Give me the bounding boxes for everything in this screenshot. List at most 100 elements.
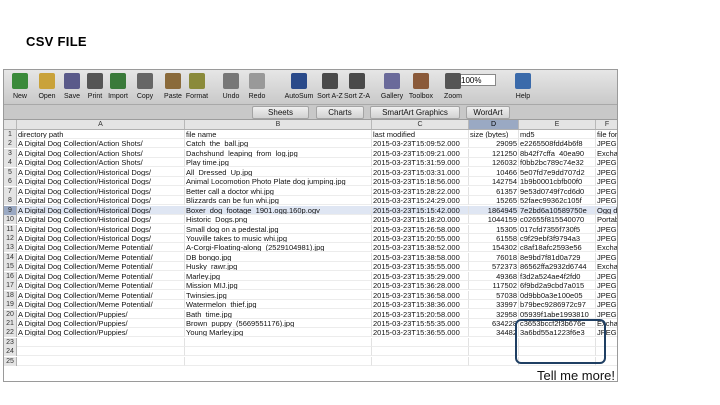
- toolbar-button-autosum[interactable]: AutoSum: [285, 72, 313, 103]
- cell-a18[interactable]: A Digital Dog Collection/Meme Potential/: [17, 290, 185, 300]
- cell-e5[interactable]: 5e07fd7e9dd707d2: [519, 167, 596, 177]
- cell-c23[interactable]: [372, 337, 469, 347]
- cell-d16[interactable]: 49368: [469, 271, 519, 281]
- cell-f14[interactable]: JPEG File Interchange Format: [596, 253, 617, 262]
- cell-a6[interactable]: A Digital Dog Collection/Historical Dogs…: [17, 177, 185, 187]
- cell-b8[interactable]: Blizzards can be fun whi.jpg: [185, 196, 372, 206]
- cell-e8[interactable]: 52faec99362c105f: [519, 196, 596, 206]
- row-number[interactable]: 10: [4, 215, 17, 225]
- cell-b21[interactable]: Brown_puppy_(5669551176).jpg: [185, 319, 372, 328]
- row-number[interactable]: 22: [4, 328, 17, 338]
- row-number[interactable]: 20: [4, 309, 17, 319]
- cell-c12[interactable]: 2015-03-23T15:20:55.000: [372, 233, 469, 243]
- cell-a22[interactable]: A Digital Dog Collection/Puppies/: [17, 328, 185, 338]
- table-row[interactable]: 19 A Digital Dog Collection/Meme Potentia…: [4, 300, 617, 310]
- ribbon-tab-charts[interactable]: Charts: [316, 106, 364, 119]
- toolbar-button-zoom[interactable]: Zoom: [440, 72, 466, 103]
- column-header-c[interactable]: C: [372, 120, 469, 129]
- cell-f17[interactable]: JPEG File Interchange Format: [596, 281, 617, 291]
- table-row[interactable]: 17 A Digital Dog Collection/Meme Potentia…: [4, 281, 617, 291]
- cell-d3[interactable]: 121250: [469, 148, 519, 158]
- cell-d14[interactable]: 76018: [469, 252, 519, 262]
- cell-d22[interactable]: 34482: [469, 328, 519, 338]
- cell-b22[interactable]: Young Marley.jpg: [185, 328, 372, 338]
- cell-c6[interactable]: 2015-03-23T15:18:56.000: [372, 177, 469, 187]
- cell-b6[interactable]: Animal Locomotion Photo Plate dog jumpin…: [185, 177, 372, 187]
- column-header-b[interactable]: B: [185, 120, 372, 129]
- cell-d17[interactable]: 117502: [469, 281, 519, 291]
- cell-a7[interactable]: A Digital Dog Collection/Historical Dogs…: [17, 186, 185, 196]
- cell-c24[interactable]: [372, 347, 469, 357]
- cell-d18[interactable]: 57038: [469, 290, 519, 300]
- row-number[interactable]: 3: [4, 148, 17, 158]
- cell-f20[interactable]: JPEG File Interchange Format: [596, 310, 617, 319]
- cell-e9[interactable]: 7e2bd6a10589750e: [519, 205, 596, 215]
- cell-f1[interactable]: file format: [596, 130, 617, 139]
- table-row[interactable]: 12 A Digital Dog Collection/Historical Do…: [4, 233, 617, 243]
- row-number[interactable]: 16: [4, 271, 17, 281]
- row-number[interactable]: 11: [4, 224, 17, 234]
- table-row[interactable]: 5A Digital Dog Collection/Historical Dog…: [4, 167, 617, 177]
- cell-e13[interactable]: c8af18afc2593e56: [519, 243, 596, 253]
- cell-b15[interactable]: Husky_rawr.jpg: [185, 262, 372, 272]
- cell-c21[interactable]: 2015-03-23T15:55:35.000: [372, 319, 469, 328]
- cell-a11[interactable]: A Digital Dog Collection/Historical Dogs…: [17, 224, 185, 234]
- row-number[interactable]: 7: [4, 186, 17, 196]
- cell-c16[interactable]: 2015-03-23T15:35:29.000: [372, 271, 469, 281]
- cell-c20[interactable]: 2015-03-23T15:20:58.000: [372, 309, 469, 319]
- table-row[interactable]: 10 A Digital Dog Collection/Historical Do…: [4, 215, 617, 225]
- table-row[interactable]: 3A Digital Dog Collection/Action Shots/D…: [4, 148, 617, 158]
- cell-b24[interactable]: [185, 347, 372, 357]
- toolbar-button-import[interactable]: Import: [105, 72, 131, 103]
- cell-f19[interactable]: JPEG File Interchange Format: [596, 300, 617, 310]
- row-number[interactable]: 25: [4, 356, 17, 366]
- cell-e10[interactable]: c02655f815540070: [519, 215, 596, 225]
- cell-c19[interactable]: 2015-03-23T15:38:36.000: [372, 300, 469, 310]
- cell-d9[interactable]: 1864945: [469, 205, 519, 215]
- cell-d2[interactable]: 29095: [469, 139, 519, 149]
- row-number[interactable]: 23: [4, 337, 17, 347]
- cell-d24[interactable]: [469, 347, 519, 357]
- cell-b13[interactable]: A-Corgi-Floating-along_(2529104981).jpg: [185, 243, 372, 253]
- cell-a1[interactable]: directory path: [17, 130, 185, 139]
- cell-e19[interactable]: b79bec9286972c97: [519, 300, 596, 310]
- toolbar-button-undo[interactable]: Undo: [218, 72, 244, 103]
- cell-b18[interactable]: Twinsies.jpg: [185, 290, 372, 300]
- column-header-e[interactable]: E: [519, 120, 596, 129]
- table-row[interactable]: 9A Digital Dog Collection/Historical Dog…: [4, 205, 617, 215]
- cell-d21[interactable]: 634228: [469, 319, 519, 328]
- cell-e11[interactable]: 017cfd7355f730f5: [519, 224, 596, 234]
- cell-d10[interactable]: 1044159: [469, 215, 519, 225]
- toolbar-button-gallery[interactable]: Gallery: [379, 72, 405, 103]
- row-number[interactable]: 12: [4, 233, 17, 243]
- cell-b12[interactable]: Youville takes to music whi.jpg: [185, 233, 372, 243]
- ribbon-tab-smartart-graphics[interactable]: SmartArt Graphics: [370, 106, 460, 119]
- cell-c8[interactable]: 2015-03-23T15:24:29.000: [372, 196, 469, 206]
- cell-e20[interactable]: 05939f1abe1993810: [519, 309, 596, 319]
- toolbar-button-help[interactable]: Help: [510, 72, 536, 103]
- table-row[interactable]: 1 directory path file name last modified siz…: [4, 130, 617, 139]
- cell-d15[interactable]: 572373: [469, 262, 519, 272]
- toolbar-button-new[interactable]: New: [7, 72, 33, 103]
- cell-a9[interactable]: A Digital Dog Collection/Historical Dogs…: [17, 205, 185, 215]
- cell-d11[interactable]: 15305: [469, 224, 519, 234]
- cell-c11[interactable]: 2015-03-23T15:26:58.000: [372, 224, 469, 234]
- row-number[interactable]: 4: [4, 158, 17, 168]
- row-number[interactable]: 19: [4, 300, 17, 310]
- row-number[interactable]: 17: [4, 281, 17, 291]
- row-number[interactable]: 2: [4, 139, 17, 149]
- cell-f9[interactable]: Ogg data, Skeleton v4.0: [596, 206, 617, 215]
- cell-e12[interactable]: c9f29ebf3f9794a3: [519, 233, 596, 243]
- cell-a19[interactable]: A Digital Dog Collection/Meme Potential/: [17, 300, 185, 310]
- row-number[interactable]: 24: [4, 347, 17, 357]
- cell-e7[interactable]: 9e53d0749f7cd6d0: [519, 186, 596, 196]
- cell-d23[interactable]: [469, 337, 519, 347]
- cell-c7[interactable]: 2015-03-23T15:28:22.000: [372, 186, 469, 196]
- cell-a17[interactable]: A Digital Dog Collection/Meme Potential/: [17, 281, 185, 291]
- cell-e14[interactable]: 8e9bd7f81d0a729: [519, 252, 596, 262]
- row-number[interactable]: 18: [4, 290, 17, 300]
- cell-a3[interactable]: A Digital Dog Collection/Action Shots/: [17, 148, 185, 158]
- cell-b19[interactable]: Watermelon_thief.jpg: [185, 300, 372, 310]
- cell-e15[interactable]: 86562ffa2932d6744: [519, 262, 596, 272]
- cell-d5[interactable]: 10466: [469, 167, 519, 177]
